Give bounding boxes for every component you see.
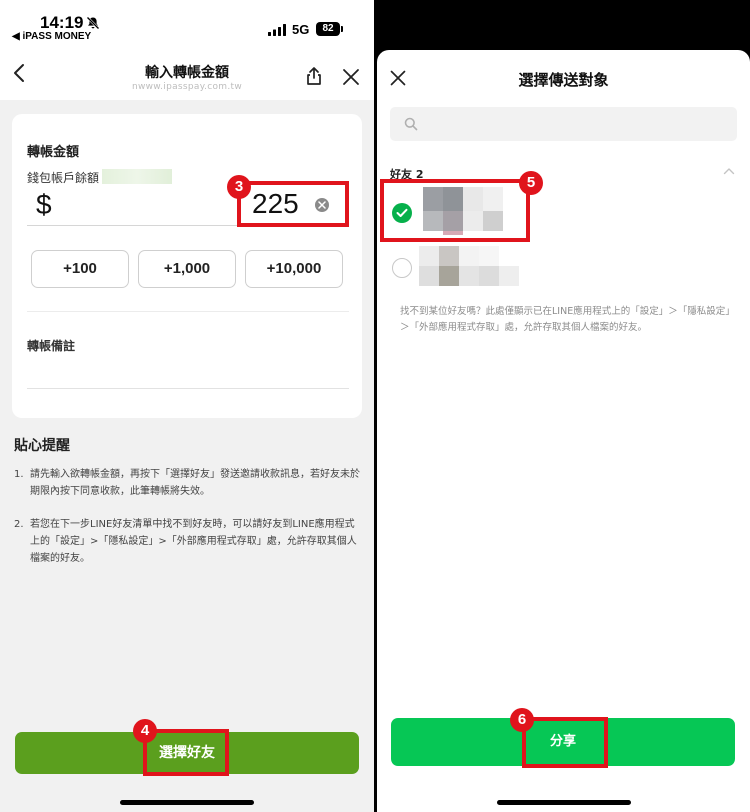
highlight-share-box — [522, 717, 608, 768]
quick-add-10000-button[interactable]: +10,000 — [245, 250, 343, 288]
friend-avatar-redacted[interactable] — [419, 246, 519, 286]
status-time: 14:19 — [40, 13, 84, 32]
tips-title: 貼心提醒 — [14, 438, 70, 454]
tip-number: 2. — [14, 519, 24, 530]
home-indicator — [497, 800, 631, 805]
sheet-title: 選擇傳送對象 — [518, 71, 609, 89]
memo-input[interactable] — [27, 388, 349, 389]
divider — [27, 311, 349, 312]
signal-icon — [268, 24, 286, 36]
highlight-friend-box — [380, 179, 530, 242]
screenshot-root: 14:19 ◀ iPASS MONEY 5G 82 輸入轉帳金額 nwww.ip… — [0, 0, 750, 812]
network-type: 5G — [292, 22, 310, 37]
unselected-check-icon[interactable] — [392, 258, 412, 278]
close-icon[interactable] — [342, 68, 360, 86]
step-badge-3: 3 — [227, 175, 251, 199]
step-badge-6: 6 — [510, 708, 534, 732]
search-icon — [404, 117, 418, 131]
transfer-amount-screen: 14:19 ◀ iPASS MONEY 5G 82 輸入轉帳金額 nwww.ip… — [0, 0, 374, 812]
highlight-choose-friend-box — [143, 729, 229, 776]
memo-label: 轉帳備註 — [27, 339, 76, 353]
select-recipient-sheet: 選擇傳送對象 好友 2 找不到某位好友嗎？此處僅顯示已在LINE應用程式上的「設… — [377, 50, 750, 812]
tip-text: 請先輸入欲轉帳金額，再按下「選擇好友」發送邀請收款訊息，若好友未於期限內按下同意… — [30, 469, 360, 497]
step-badge-4: 4 — [133, 719, 157, 743]
highlight-amount-box — [237, 181, 349, 227]
step-badge-5: 5 — [519, 171, 543, 195]
quick-add-100-button[interactable]: +100 — [31, 250, 129, 288]
chevron-up-icon[interactable] — [723, 167, 735, 175]
tip-item: 2. 若您在下一步LINE好友清單中找不到好友時，可以請好友到LINE應用程式上… — [14, 516, 360, 567]
search-input[interactable] — [390, 107, 737, 141]
balance-label: 錢包帳戶餘額 — [27, 171, 100, 185]
battery-icon: 82 — [316, 22, 343, 36]
bell-muted-icon — [86, 16, 100, 30]
tip-item: 1. 請先輸入欲轉帳金額，再按下「選擇好友」發送邀請收款訊息，若好友未於期限內按… — [14, 466, 360, 500]
status-bar: 14:19 ◀ iPASS MONEY 5G 82 — [0, 0, 374, 46]
amount-label: 轉帳金額 — [27, 145, 80, 160]
transfer-form-card: 轉帳金額 錢包帳戶餘額 $ 225 +100 +1,000 +10,000 轉帳… — [12, 114, 362, 418]
home-indicator — [120, 800, 254, 805]
share-icon[interactable] — [304, 66, 324, 86]
tip-text: 若您在下一步LINE好友清單中找不到好友時，可以請好友到LINE應用程式上的「設… — [30, 519, 357, 564]
help-note: 找不到某位好友嗎？此處僅顯示已在LINE應用程式上的「設定」＞「隱私設定」＞「外… — [400, 306, 730, 333]
nav-bar: 輸入轉帳金額 nwww.ipasspay.com.tw — [0, 46, 374, 100]
tip-number: 1. — [14, 469, 24, 480]
currency-symbol: $ — [36, 189, 52, 220]
balance-value-redacted — [102, 169, 172, 184]
back-to-app-link[interactable]: ◀ iPASS MONEY — [12, 31, 91, 42]
quick-add-1000-button[interactable]: +1,000 — [138, 250, 236, 288]
